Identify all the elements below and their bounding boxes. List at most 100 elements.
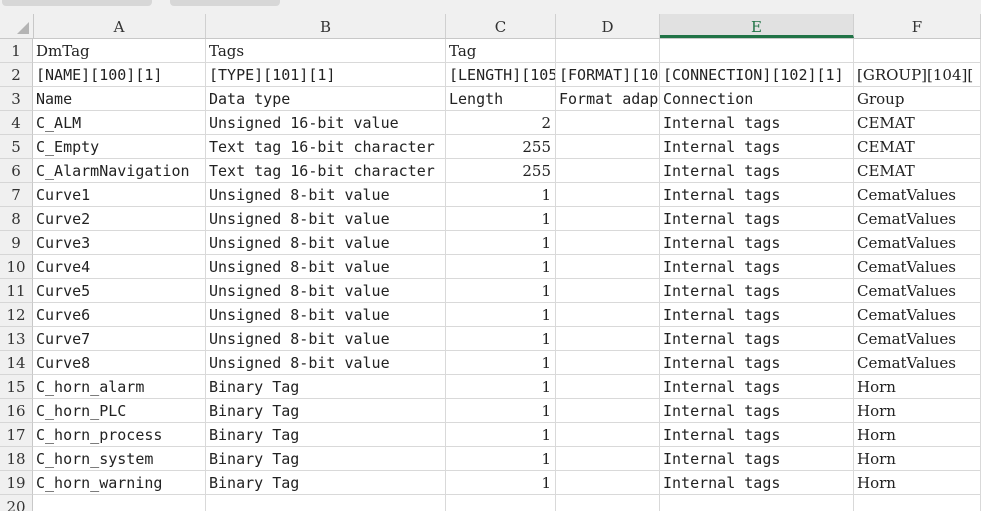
cell-d17[interactable] [556, 423, 660, 447]
cell-d11[interactable] [556, 279, 660, 303]
cell-e8[interactable]: Internal tags [660, 207, 854, 231]
cell-b8[interactable]: Unsigned 8-bit value [206, 207, 446, 231]
cell-d12[interactable] [556, 303, 660, 327]
cell-b6[interactable]: Text tag 16-bit character [206, 159, 446, 183]
cell-e13[interactable]: Internal tags [660, 327, 854, 351]
cell-b20[interactable] [206, 495, 446, 511]
cell-a12[interactable]: Curve6 [33, 303, 206, 327]
cell-e11[interactable]: Internal tags [660, 279, 854, 303]
cell-b16[interactable]: Binary Tag [206, 399, 446, 423]
cell-d1[interactable] [556, 39, 660, 63]
cell-f9[interactable]: CematValues [854, 231, 981, 255]
cell-e20[interactable] [660, 495, 854, 511]
cell-c9[interactable]: 1 [446, 231, 556, 255]
cell-a11[interactable]: Curve5 [33, 279, 206, 303]
cell-b1[interactable]: Tags [206, 39, 446, 63]
cell-a16[interactable]: C_horn_PLC [33, 399, 206, 423]
row-header[interactable]: 9 [0, 231, 33, 255]
cell-d14[interactable] [556, 351, 660, 375]
cell-c14[interactable]: 1 [446, 351, 556, 375]
cell-a17[interactable]: C_horn_process [33, 423, 206, 447]
cell-f11[interactable]: CematValues [854, 279, 981, 303]
cell-f16[interactable]: Horn [854, 399, 981, 423]
cell-b7[interactable]: Unsigned 8-bit value [206, 183, 446, 207]
cell-f15[interactable]: Horn [854, 375, 981, 399]
cell-a10[interactable]: Curve4 [33, 255, 206, 279]
row-header[interactable]: 3 [0, 87, 33, 111]
cell-c4[interactable]: 2 [446, 111, 556, 135]
row-header[interactable]: 5 [0, 135, 33, 159]
cell-c2[interactable]: [LENGTH][105 [446, 63, 556, 87]
cell-a3[interactable]: Name [33, 87, 206, 111]
cell-d7[interactable] [556, 183, 660, 207]
tab-pill[interactable] [170, 0, 280, 6]
column-header-c[interactable]: C [446, 14, 556, 38]
cell-a6[interactable]: C_AlarmNavigation [33, 159, 206, 183]
cell-b13[interactable]: Unsigned 8-bit value [206, 327, 446, 351]
row-header[interactable]: 7 [0, 183, 33, 207]
cell-d15[interactable] [556, 375, 660, 399]
cell-e5[interactable]: Internal tags [660, 135, 854, 159]
cell-f6[interactable]: CEMAT [854, 159, 981, 183]
cell-e9[interactable]: Internal tags [660, 231, 854, 255]
cell-b18[interactable]: Binary Tag [206, 447, 446, 471]
cell-a9[interactable]: Curve3 [33, 231, 206, 255]
cell-e17[interactable]: Internal tags [660, 423, 854, 447]
row-header[interactable]: 1 [0, 39, 33, 63]
cell-b2[interactable]: [TYPE][101][1] [206, 63, 446, 87]
row-header[interactable]: 8 [0, 207, 33, 231]
cell-b3[interactable]: Data type [206, 87, 446, 111]
column-header-d[interactable]: D [556, 14, 660, 38]
cell-d8[interactable] [556, 207, 660, 231]
cell-d4[interactable] [556, 111, 660, 135]
cell-f5[interactable]: CEMAT [854, 135, 981, 159]
cell-f19[interactable]: Horn [854, 471, 981, 495]
cell-b14[interactable]: Unsigned 8-bit value [206, 351, 446, 375]
column-header-b[interactable]: B [206, 14, 446, 38]
cell-d3[interactable]: Format adap [556, 87, 660, 111]
cell-e2[interactable]: [CONNECTION][102][1] [660, 63, 854, 87]
cell-b17[interactable]: Binary Tag [206, 423, 446, 447]
cell-d19[interactable] [556, 471, 660, 495]
cell-b10[interactable]: Unsigned 8-bit value [206, 255, 446, 279]
cell-e19[interactable]: Internal tags [660, 471, 854, 495]
row-header[interactable]: 12 [0, 303, 33, 327]
cell-a8[interactable]: Curve2 [33, 207, 206, 231]
column-header-e[interactable]: E [660, 14, 854, 38]
cell-a18[interactable]: C_horn_system [33, 447, 206, 471]
cell-f4[interactable]: CEMAT [854, 111, 981, 135]
cell-b11[interactable]: Unsigned 8-bit value [206, 279, 446, 303]
cell-b15[interactable]: Binary Tag [206, 375, 446, 399]
cell-c8[interactable]: 1 [446, 207, 556, 231]
cell-c5[interactable]: 255 [446, 135, 556, 159]
cell-c20[interactable] [446, 495, 556, 511]
cell-a4[interactable]: C_ALM [33, 111, 206, 135]
row-header[interactable]: 2 [0, 63, 33, 87]
select-all-corner[interactable] [0, 14, 34, 38]
cell-c15[interactable]: 1 [446, 375, 556, 399]
cell-b12[interactable]: Unsigned 8-bit value [206, 303, 446, 327]
cell-c11[interactable]: 1 [446, 279, 556, 303]
cell-c6[interactable]: 255 [446, 159, 556, 183]
cell-d13[interactable] [556, 327, 660, 351]
row-header[interactable]: 4 [0, 111, 33, 135]
cell-e18[interactable]: Internal tags [660, 447, 854, 471]
row-header[interactable]: 16 [0, 399, 33, 423]
cell-a13[interactable]: Curve7 [33, 327, 206, 351]
cell-f1[interactable] [854, 39, 981, 63]
cell-f13[interactable]: CematValues [854, 327, 981, 351]
cell-d2[interactable]: [FORMAT][10 [556, 63, 660, 87]
cell-f10[interactable]: CematValues [854, 255, 981, 279]
row-header[interactable]: 10 [0, 255, 33, 279]
column-header-f[interactable]: F [854, 14, 981, 38]
cell-e3[interactable]: Connection [660, 87, 854, 111]
row-header[interactable]: 20 [0, 495, 33, 511]
cell-a2[interactable]: [NAME][100][1] [33, 63, 206, 87]
column-header-a[interactable]: A [33, 14, 206, 38]
cell-f12[interactable]: CematValues [854, 303, 981, 327]
tab-pill[interactable] [2, 0, 152, 6]
cell-a1[interactable]: DmTag [33, 39, 206, 63]
cell-c13[interactable]: 1 [446, 327, 556, 351]
cell-f14[interactable]: CematValues [854, 351, 981, 375]
cell-c18[interactable]: 1 [446, 447, 556, 471]
